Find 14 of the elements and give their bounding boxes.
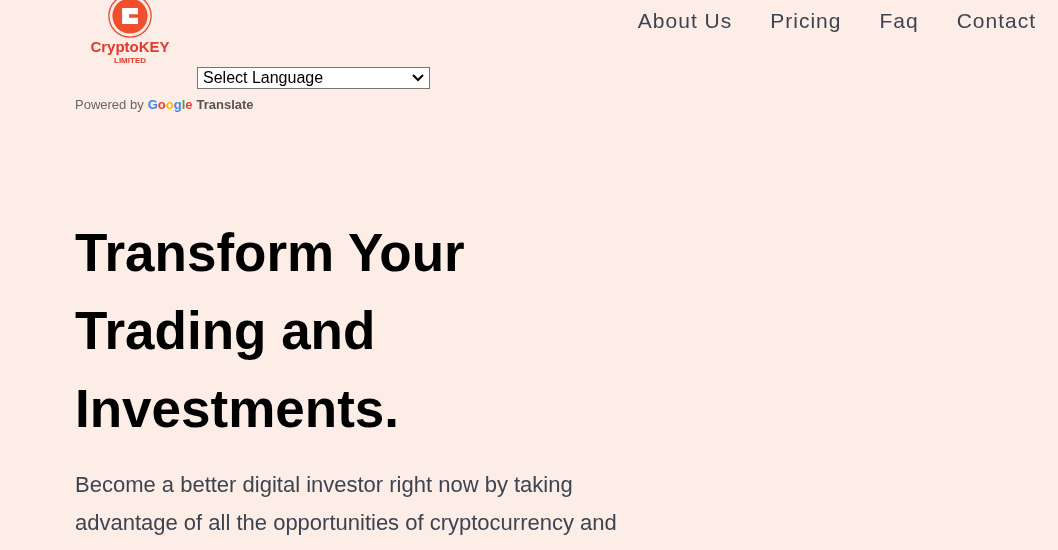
hero-title: Transform Your Trading and Investments. [75, 221, 466, 440]
powered-by-text: Powered by [75, 96, 144, 114]
translate-link[interactable]: Translate [196, 95, 254, 115]
google-logo: Google [147, 96, 193, 114]
nav-link[interactable]: About Us [637, 8, 733, 65]
nav-link[interactable]: Faq [879, 8, 919, 65]
language-select[interactable]: Select Language [197, 67, 430, 89]
logo-subtext: LIMITED [114, 56, 146, 65]
logo-icon [105, 0, 155, 38]
nav-link[interactable]: Pricing [770, 8, 842, 65]
logo-text: CryptoKEY [90, 38, 170, 56]
nav-link[interactable]: Contact [956, 8, 1036, 65]
chevron-down-icon [412, 74, 424, 82]
hero-text: Become a better digital investor right now by taking advantage of all the opportunities of cryptocurrency and [75, 470, 618, 537]
